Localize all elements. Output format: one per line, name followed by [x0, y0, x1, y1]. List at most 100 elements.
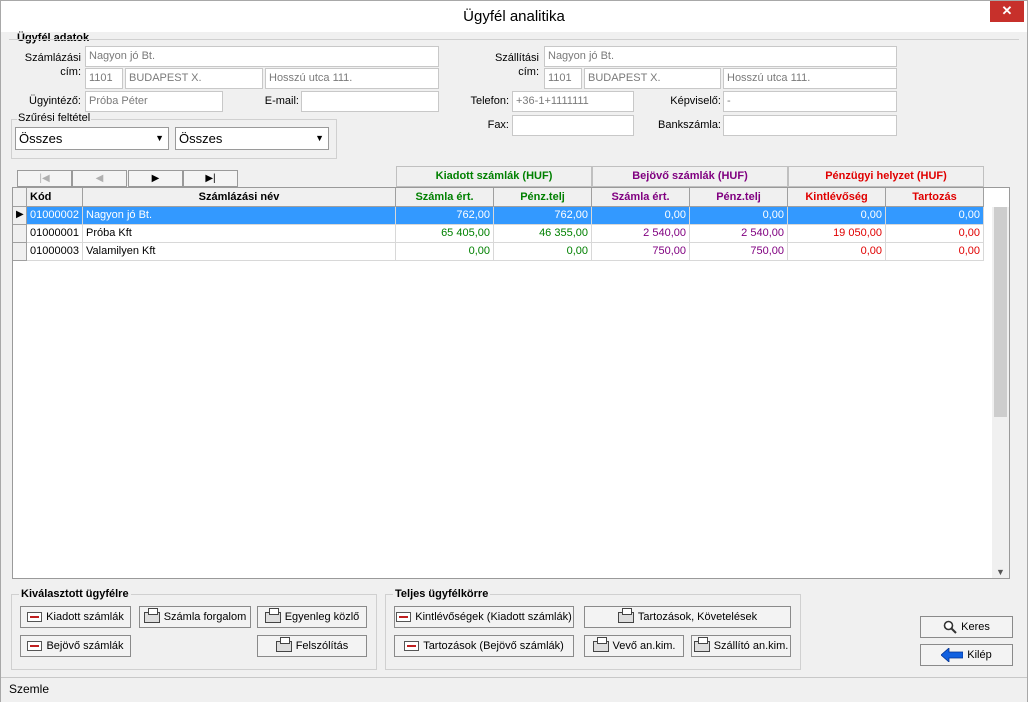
- table-cell[interactable]: 01000001: [27, 225, 83, 243]
- table-cell[interactable]: 0,00: [886, 243, 984, 261]
- table-cell[interactable]: 750,00: [690, 243, 788, 261]
- envelope-icon: [27, 641, 43, 652]
- shipping-address-label: Szállítási: [494, 52, 539, 64]
- filter-title: Szűrési feltétel: [17, 112, 92, 124]
- table-cell[interactable]: 0,00: [396, 243, 494, 261]
- representative-field[interactable]: -: [723, 91, 897, 112]
- table-cell[interactable]: 0,00: [788, 243, 886, 261]
- nav-next-button[interactable]: ▶: [128, 170, 183, 187]
- billing-street-field[interactable]: Hosszú utca 111.: [265, 68, 439, 89]
- customer-grid[interactable]: Kód Számlázási név Számla ért. Pénz.telj…: [12, 187, 1010, 579]
- close-button[interactable]: ✕: [990, 1, 1024, 22]
- all-customers-title: Teljes ügyfélkörre: [393, 588, 491, 600]
- bank-account-field[interactable]: [723, 115, 897, 136]
- search-icon: [943, 620, 957, 634]
- row-indicator[interactable]: ▶: [13, 207, 27, 225]
- nav-last-button[interactable]: ▶|: [183, 170, 238, 187]
- table-cell[interactable]: Nagyon jó Bt.: [83, 207, 396, 225]
- table-cell[interactable]: 0,00: [886, 207, 984, 225]
- nav-prev-button[interactable]: ◀: [72, 170, 127, 187]
- phone-field[interactable]: +36-1+1111111: [512, 91, 634, 112]
- fax-field[interactable]: [512, 115, 634, 136]
- chevron-down-icon[interactable]: ▼: [996, 567, 1005, 577]
- email-label: E-mail:: [264, 95, 299, 107]
- supplier-card-label: Szállító an.kim.: [713, 640, 789, 652]
- group-incoming-invoices: Bejövő számlák (HUF): [592, 166, 788, 187]
- filter-select-1[interactable]: Összes ▼: [15, 127, 169, 150]
- col-header-issued-paid[interactable]: Pénz.telj: [494, 188, 592, 207]
- shipping-zip-field[interactable]: 1101: [544, 68, 582, 89]
- balance-statement-button[interactable]: Egyenleg közlő: [257, 606, 367, 628]
- scrollbar-thumb[interactable]: [994, 207, 1007, 417]
- table-cell[interactable]: 2 540,00: [592, 225, 690, 243]
- table-cell[interactable]: 19 050,00: [788, 225, 886, 243]
- debts-claims-button[interactable]: Tartozások, Követelések: [584, 606, 791, 628]
- debts-label: Tartozások (Bejövő számlák): [423, 640, 564, 652]
- search-label: Keres: [961, 621, 990, 633]
- table-cell[interactable]: 0,00: [690, 207, 788, 225]
- printer-icon: [693, 636, 710, 652]
- filter-select-2-value: Összes: [179, 131, 223, 146]
- filter-select-2[interactable]: Összes ▼: [175, 127, 329, 150]
- group-financial-position: Pénzügyi helyzet (HUF): [788, 166, 984, 187]
- debts-button[interactable]: Tartozások (Bejövő számlák): [394, 635, 574, 657]
- col-header-debts[interactable]: Tartozás: [886, 188, 984, 207]
- invoice-turnover-button[interactable]: Számla forgalom: [139, 606, 251, 628]
- table-cell[interactable]: 65 405,00: [396, 225, 494, 243]
- row-indicator[interactable]: [13, 243, 27, 261]
- col-header-code[interactable]: Kód: [27, 188, 83, 207]
- col-header-incoming-value[interactable]: Számla ért.: [592, 188, 690, 207]
- customer-card-label: Vevő an.kim.: [612, 640, 676, 652]
- printer-icon: [275, 636, 292, 652]
- billing-city-field[interactable]: BUDAPEST X.: [125, 68, 263, 89]
- table-cell[interactable]: 0,00: [886, 225, 984, 243]
- grid-corner: [13, 188, 27, 207]
- payment-reminder-button[interactable]: Felszólítás: [257, 635, 367, 657]
- shipping-name-field[interactable]: Nagyon jó Bt.: [544, 46, 897, 67]
- table-cell[interactable]: 01000003: [27, 243, 83, 261]
- table-cell[interactable]: 2 540,00: [690, 225, 788, 243]
- billing-name-field[interactable]: Nagyon jó Bt.: [85, 46, 439, 67]
- receivables-label: Kintlévőségek (Kiadott számlák): [415, 611, 572, 623]
- email-field[interactable]: [301, 91, 439, 112]
- table-cell[interactable]: 0,00: [592, 207, 690, 225]
- agent-field[interactable]: Próba Péter: [85, 91, 223, 112]
- table-cell[interactable]: 46 355,00: [494, 225, 592, 243]
- group-issued-invoices: Kiadott számlák (HUF): [396, 166, 592, 187]
- col-header-name[interactable]: Számlázási név: [83, 188, 396, 207]
- billing-address-label: Számlázási: [24, 52, 81, 64]
- table-cell[interactable]: 0,00: [494, 243, 592, 261]
- shipping-city-field[interactable]: BUDAPEST X.: [584, 68, 721, 89]
- window-title: Ügyfél analitika: [463, 8, 565, 25]
- table-cell[interactable]: Próba Kft: [83, 225, 396, 243]
- nav-first-button[interactable]: |◀: [17, 170, 72, 187]
- exit-button[interactable]: Kilép: [920, 644, 1013, 666]
- supplier-card-button[interactable]: Szállító an.kim.: [691, 635, 791, 657]
- vertical-scrollbar[interactable]: ▼: [992, 207, 1009, 578]
- printer-icon: [143, 607, 160, 623]
- row-indicator[interactable]: [13, 225, 27, 243]
- table-cell[interactable]: 762,00: [494, 207, 592, 225]
- phone-label: Telefon:: [470, 95, 509, 107]
- col-header-issued-value[interactable]: Számla ért.: [396, 188, 494, 207]
- col-header-incoming-paid[interactable]: Pénz.telj: [690, 188, 788, 207]
- shipping-street-field[interactable]: Hosszú utca 111.: [723, 68, 897, 89]
- table-cell[interactable]: 750,00: [592, 243, 690, 261]
- table-cell[interactable]: Valamilyen Kft: [83, 243, 396, 261]
- table-cell[interactable]: 0,00: [788, 207, 886, 225]
- table-cell[interactable]: 762,00: [396, 207, 494, 225]
- receivables-button[interactable]: Kintlévőségek (Kiadott számlák): [394, 606, 574, 628]
- col-header-receivables[interactable]: Kintlévőség: [788, 188, 886, 207]
- status-text: Szemle: [9, 682, 50, 696]
- billing-zip-field[interactable]: 1101: [85, 68, 123, 89]
- issued-invoices-button[interactable]: Kiadott számlák: [20, 606, 131, 628]
- debts-claims-label: Tartozások, Követelések: [637, 611, 758, 623]
- envelope-icon: [404, 641, 420, 652]
- billing-address-label-2: cím:: [60, 66, 81, 78]
- customer-card-button[interactable]: Vevő an.kim.: [584, 635, 684, 657]
- search-button[interactable]: Keres: [920, 616, 1013, 638]
- current-row-arrow-icon: ▶: [16, 209, 24, 220]
- incoming-invoices-button[interactable]: Bejövő számlák: [20, 635, 131, 657]
- envelope-icon: [27, 612, 43, 623]
- table-cell[interactable]: 01000002: [27, 207, 83, 225]
